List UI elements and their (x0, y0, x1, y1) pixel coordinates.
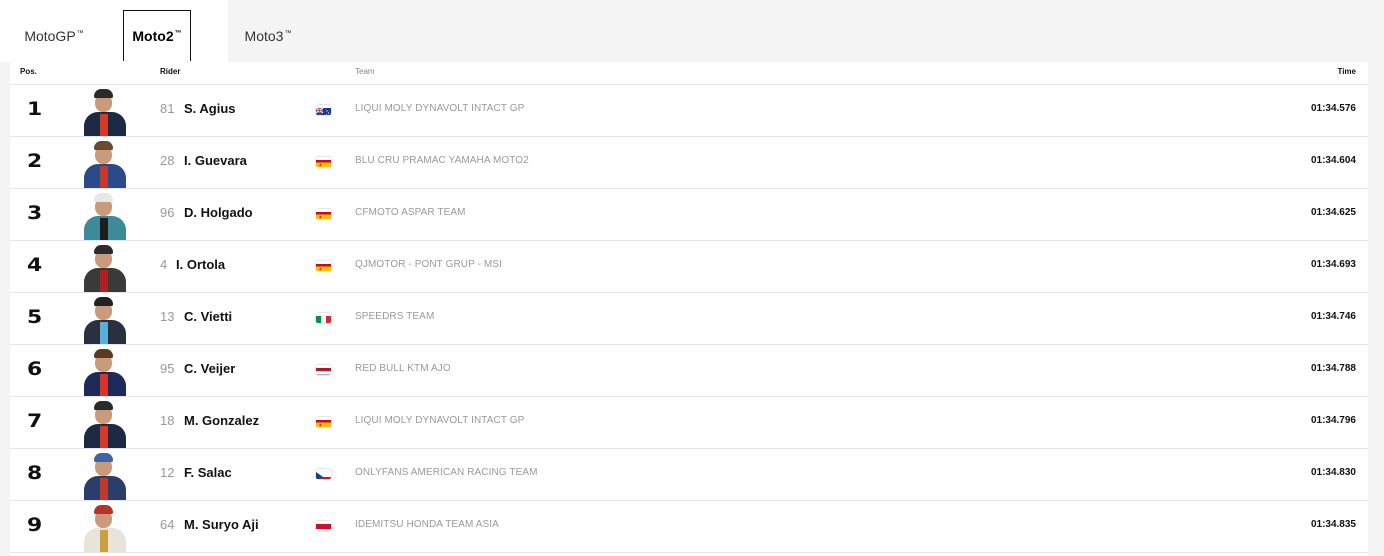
rider-name[interactable]: M. Gonzalez (184, 413, 259, 428)
team-name: QJMOTOR - PONT GRUP - MSI (355, 259, 502, 270)
table-row[interactable]: 3 96 D. Holgado CFMOTO ASPAR TEAM 01:34.625 (10, 188, 1368, 241)
rider-name[interactable]: D. Holgado (184, 205, 253, 220)
table-header: Pos. Rider Team Time (10, 62, 1368, 85)
team-name: LIQUI MOLY DYNAVOLT INTACT GP (355, 103, 525, 114)
spain-flag-icon (316, 417, 331, 427)
table-row[interactable]: 2 28 I. Guevara BLU CRU PRAMAC YAMAHA MOTO2… (10, 136, 1368, 189)
rider-avatar (82, 295, 128, 344)
trademark: ™ (76, 29, 84, 37)
tab-motogp[interactable]: MotoGP ™ (14, 10, 94, 62)
rider-avatar (82, 347, 128, 396)
rider-number: 18 (160, 413, 175, 428)
australia-flag-icon (316, 105, 331, 115)
trademark: ™ (284, 29, 292, 37)
table-row[interactable]: 1 81 S. Agius LIQUI MOLY DYNAVOLT INTACT GP… (10, 84, 1368, 137)
rider-number: 13 (160, 309, 175, 324)
position: 4 (27, 254, 43, 276)
position: 8 (27, 462, 43, 484)
italy-flag-icon (316, 313, 331, 323)
table-row[interactable]: 9 64 M. Suryo Aji IDEMITSU HONDA TEAM ASIA 0… (10, 500, 1368, 553)
team-name: LIQUI MOLY DYNAVOLT INTACT GP (355, 415, 525, 426)
position: 9 (27, 514, 43, 536)
rider-avatar (82, 503, 128, 552)
rider-avatar (82, 87, 128, 136)
rider-name[interactable]: C. Vietti (184, 309, 232, 324)
position: 3 (27, 202, 43, 224)
rider-name[interactable]: I. Ortola (176, 257, 225, 272)
header-team: Team (355, 67, 375, 76)
czech-flag-icon (316, 469, 331, 479)
lap-time: 01:34.788 (1310, 363, 1356, 374)
table-row[interactable]: 8 12 F. Salac ONLYFANS AMERICAN RACING TEAM… (10, 448, 1368, 501)
results-table: Pos. Rider Team Time 1 81 S. Agius LIQUI MO… (10, 62, 1368, 556)
position: 1 (27, 98, 43, 120)
rider-number: 95 (160, 361, 175, 376)
team-name: SPEEDRS TEAM (355, 311, 435, 322)
rider-number: 28 (160, 153, 175, 168)
header-rider: Rider (160, 67, 181, 76)
position: 7 (27, 410, 43, 432)
rider-number: 12 (160, 465, 175, 480)
lap-time: 01:34.625 (1310, 207, 1356, 218)
rider-avatar (82, 139, 128, 188)
lap-time: 01:34.796 (1310, 415, 1356, 426)
rider-avatar (82, 451, 128, 500)
rider-avatar (82, 399, 128, 448)
rider-name[interactable]: F. Salac (184, 465, 232, 480)
team-name: IDEMITSU HONDA TEAM ASIA (355, 519, 499, 530)
team-name: ONLYFANS AMERICAN RACING TEAM (355, 467, 538, 478)
netherlands-flag-icon (316, 365, 331, 375)
rider-avatar (82, 191, 128, 240)
lap-time: 01:34.830 (1310, 467, 1356, 478)
rider-avatar (82, 243, 128, 292)
rider-name[interactable]: I. Guevara (184, 153, 247, 168)
lap-time: 01:34.835 (1310, 519, 1356, 530)
tab-label: Moto2 (132, 28, 174, 44)
table-row[interactable]: 6 95 C. Veijer RED BULL KTM AJO 01:34.788 (10, 344, 1368, 397)
tab-moto2[interactable]: Moto2 ™ (123, 10, 191, 61)
tab-bar-slant (190, 0, 228, 62)
rider-number: 96 (160, 205, 175, 220)
tab-moto3[interactable]: Moto3 ™ (232, 10, 304, 62)
rider-name[interactable]: M. Suryo Aji (184, 517, 259, 532)
header-time: Time (1337, 67, 1356, 76)
rider-name[interactable]: C. Veijer (184, 361, 235, 376)
tab-label: Moto3 (244, 28, 284, 44)
tab-label: MotoGP (24, 28, 76, 44)
rider-number: 4 (160, 257, 168, 272)
trademark: ™ (174, 29, 182, 37)
team-name: CFMOTO ASPAR TEAM (355, 207, 466, 218)
table-row[interactable]: 5 13 C. Vietti SPEEDRS TEAM 01:34.746 (10, 292, 1368, 345)
rider-name[interactable]: S. Agius (184, 101, 236, 116)
team-name: RED BULL KTM AJO (355, 363, 451, 374)
lap-time: 01:34.576 (1310, 103, 1356, 114)
indonesia-flag-icon (316, 521, 331, 531)
rider-number: 64 (160, 517, 175, 532)
spain-flag-icon (316, 261, 331, 271)
rider-number: 81 (160, 101, 175, 116)
table-row[interactable]: 7 18 M. Gonzalez LIQUI MOLY DYNAVOLT INTACT… (10, 396, 1368, 449)
position: 5 (27, 306, 43, 328)
team-name: BLU CRU PRAMAC YAMAHA MOTO2 (355, 155, 529, 166)
table-row[interactable]: 4 4 I. Ortola QJMOTOR - PONT GRUP - MSI 01:3… (10, 240, 1368, 293)
header-pos: Pos. (20, 67, 37, 76)
lap-time: 01:34.746 (1310, 311, 1356, 322)
position: 2 (27, 150, 43, 172)
position: 6 (27, 358, 43, 380)
lap-time: 01:34.693 (1310, 259, 1356, 270)
lap-time: 01:34.604 (1310, 155, 1356, 166)
spain-flag-icon (316, 209, 331, 219)
class-tabs: MotoGP ™ Moto2 ™ Moto3 ™ (0, 0, 1384, 62)
spain-flag-icon (316, 157, 331, 167)
